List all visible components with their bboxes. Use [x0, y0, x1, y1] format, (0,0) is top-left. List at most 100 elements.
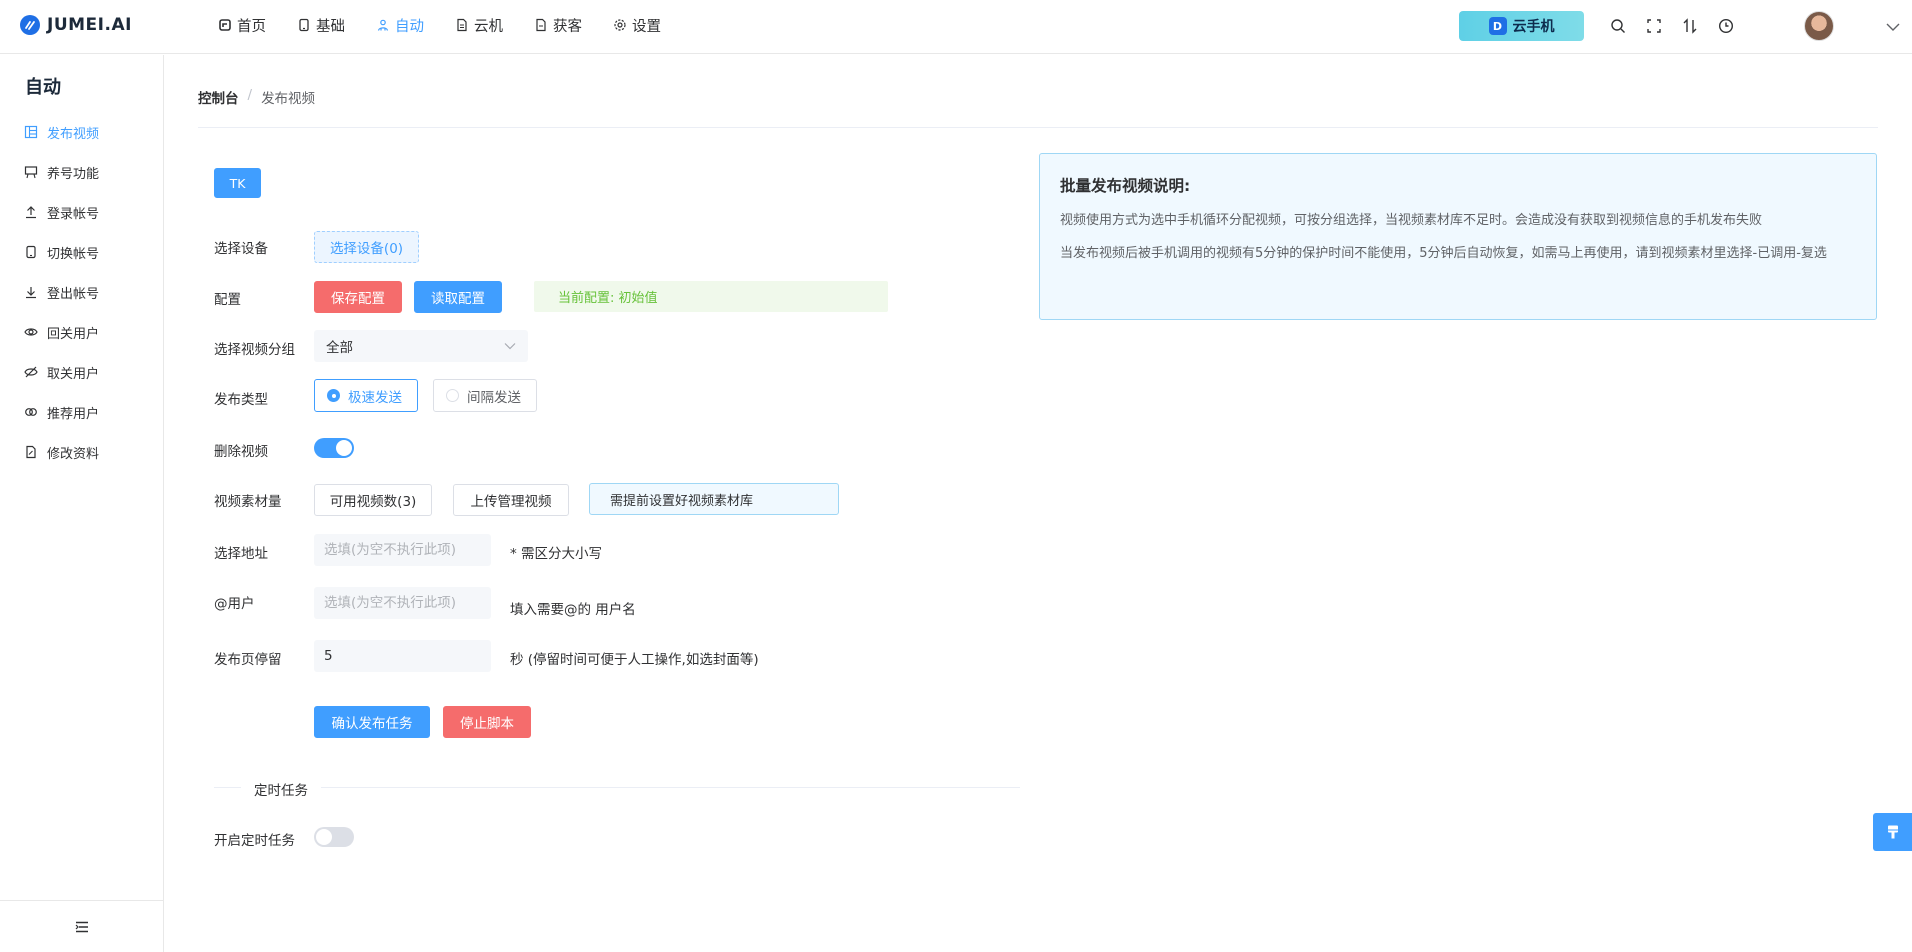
sidebar-item-publish-video[interactable]: 发布视频 — [0, 112, 164, 152]
nav-item-acquire[interactable]: 获客 — [534, 0, 597, 50]
select-device-button[interactable]: 选择设备(0) — [314, 231, 419, 263]
clock-icon[interactable] — [1717, 17, 1735, 35]
publish-type-label: 发布类型 — [214, 392, 268, 408]
sidebar: 自动 发布视频 养号功能 登录帐号 切换帐号 登出帐号 回关用户 取关用户 推荐… — [0, 55, 164, 952]
gear-icon — [614, 19, 626, 31]
info-paragraph: 视频使用方式为选中手机循环分配视频，可按分组选择，当视频素材库不足时。会造成没有… — [1060, 213, 1763, 228]
breadcrumb: 控制台 / 发布视频 — [198, 87, 315, 107]
nav-label: 云机 — [474, 18, 503, 35]
chevron-down-icon[interactable] — [1886, 20, 1900, 36]
grid-icon — [24, 125, 38, 139]
material-hint: 需提前设置好视频素材库 — [589, 483, 839, 515]
stay-label: 发布页停留 — [214, 652, 282, 668]
main-nav: 首页 基础 自动 云机 获客 设置 — [218, 0, 692, 54]
info-title: 批量发布视频说明: — [1060, 177, 1191, 195]
document-icon — [457, 18, 467, 32]
radio-label: 间隔发送 — [467, 389, 521, 406]
info-panel: 批量发布视频说明: 视频使用方式为选中手机循环分配视频，可按分组选择，当视频素材… — [1039, 153, 1877, 320]
radio-interval-send[interactable]: 间隔发送 — [433, 379, 537, 412]
location-label: 选择地址 — [214, 546, 268, 562]
nav-item-basic[interactable]: 基础 — [297, 0, 360, 50]
nav-label: 自动 — [395, 18, 424, 35]
floating-tool-button[interactable] — [1873, 813, 1912, 851]
nav-item-auto[interactable]: 自动 — [376, 0, 439, 50]
save-config-button[interactable]: 保存配置 — [314, 281, 402, 313]
nav-label: 设置 — [632, 18, 661, 35]
sidebar-item-logout[interactable]: 登出帐号 — [0, 272, 164, 312]
available-videos-button[interactable]: 可用视频数(3) — [314, 484, 432, 516]
switch-knob — [336, 440, 352, 456]
breadcrumb-root[interactable]: 控制台 — [198, 87, 239, 107]
mention-note: 填入需要@的 用户名 — [510, 602, 636, 618]
nav-item-settings[interactable]: 设置 — [613, 0, 676, 50]
sidebar-item-switch[interactable]: 切换帐号 — [0, 232, 164, 272]
load-config-button[interactable]: 读取配置 — [414, 281, 502, 313]
phone-icon — [299, 18, 309, 32]
sidebar-item-edit-profile[interactable]: 修改资料 — [0, 432, 164, 472]
sidebar-collapse-button[interactable] — [0, 900, 164, 952]
radio-checked-icon — [327, 389, 340, 402]
robot-icon — [377, 19, 389, 31]
sidebar-title: 自动 — [25, 77, 61, 98]
device-label: 选择设备 — [214, 241, 268, 257]
home-icon — [219, 19, 231, 31]
mention-input[interactable] — [314, 587, 491, 619]
upload-manage-videos-button[interactable]: 上传管理视频 — [453, 484, 569, 516]
nav-item-home[interactable]: 首页 — [218, 0, 281, 50]
breadcrumb-separator: / — [247, 87, 253, 103]
logo[interactable]: JUMEI.AI — [20, 15, 132, 35]
eye-off-icon — [24, 366, 38, 378]
upload-icon — [26, 206, 36, 219]
delete-video-switch[interactable] — [314, 438, 354, 458]
sidebar-item-label: 修改资料 — [47, 446, 100, 462]
stay-seconds-input[interactable] — [314, 640, 491, 672]
top-bar: JUMEI.AI 首页 基础 自动 云机 获客 设置 D 云手机 — [0, 0, 1912, 54]
sidebar-item-login[interactable]: 登录帐号 — [0, 192, 164, 232]
search-icon[interactable] — [1609, 17, 1627, 35]
link-icon — [25, 408, 37, 416]
schedule-section-title: 定时任务 — [241, 779, 321, 799]
sort-icon[interactable] — [1681, 17, 1699, 35]
confirm-publish-button[interactable]: 确认发布任务 — [314, 706, 430, 738]
eye-icon — [24, 328, 38, 336]
switch-knob — [316, 829, 332, 845]
edit-doc-icon — [26, 445, 36, 459]
current-config-notice: 当前配置: 初始值 — [534, 281, 888, 312]
header-divider — [198, 127, 1878, 128]
info-paragraph: 当发布视频后被手机调用的视频有5分钟的保护时间不能使用，5分钟后自动恢复，如需马… — [1060, 246, 1827, 261]
sidebar-item-label: 回关用户 — [47, 326, 100, 342]
video-group-label: 选择视频分组 — [214, 342, 295, 358]
location-input[interactable] — [314, 534, 491, 566]
avatar[interactable] — [1804, 11, 1834, 41]
platform-tab-tk[interactable]: TK — [214, 168, 261, 198]
cloud-phone-button[interactable]: D 云手机 — [1459, 11, 1584, 41]
sidebar-item-recommend[interactable]: 推荐用户 — [0, 392, 164, 432]
material-label: 视频素材量 — [214, 494, 282, 510]
chevron-down-icon — [504, 343, 516, 350]
sidebar-item-label: 取关用户 — [47, 366, 100, 382]
delete-video-label: 删除视频 — [214, 444, 268, 460]
radio-fast-send[interactable]: 极速发送 — [314, 379, 418, 412]
nav-item-cloud[interactable]: 云机 — [455, 0, 518, 50]
logo-mark-icon — [20, 15, 40, 35]
cloud-phone-badge-icon: D — [1488, 17, 1507, 35]
fullscreen-icon[interactable] — [1645, 17, 1663, 35]
sidebar-item-label: 切换帐号 — [47, 246, 100, 262]
file-icon — [536, 18, 546, 32]
download-icon — [26, 287, 36, 299]
schedule-divider — [214, 787, 1020, 788]
sidebar-item-follow-back[interactable]: 回关用户 — [0, 312, 164, 352]
phone-icon — [26, 245, 36, 259]
sidebar-item-unfollow[interactable]: 取关用户 — [0, 352, 164, 392]
nav-label: 基础 — [316, 18, 345, 35]
stop-script-button[interactable]: 停止脚本 — [443, 706, 531, 738]
sidebar-item-label: 养号功能 — [47, 166, 100, 182]
sidebar-menu: 发布视频 养号功能 登录帐号 切换帐号 登出帐号 回关用户 取关用户 推荐用户 — [0, 112, 164, 472]
video-group-select[interactable]: 全部 — [314, 330, 528, 362]
sidebar-item-nurture[interactable]: 养号功能 — [0, 152, 164, 192]
radio-unchecked-icon — [446, 389, 459, 402]
breadcrumb-current: 发布视频 — [261, 91, 316, 107]
cloud-phone-label: 云手机 — [1512, 19, 1555, 35]
schedule-switch[interactable] — [314, 827, 354, 847]
mention-label: @用户 — [214, 596, 255, 612]
